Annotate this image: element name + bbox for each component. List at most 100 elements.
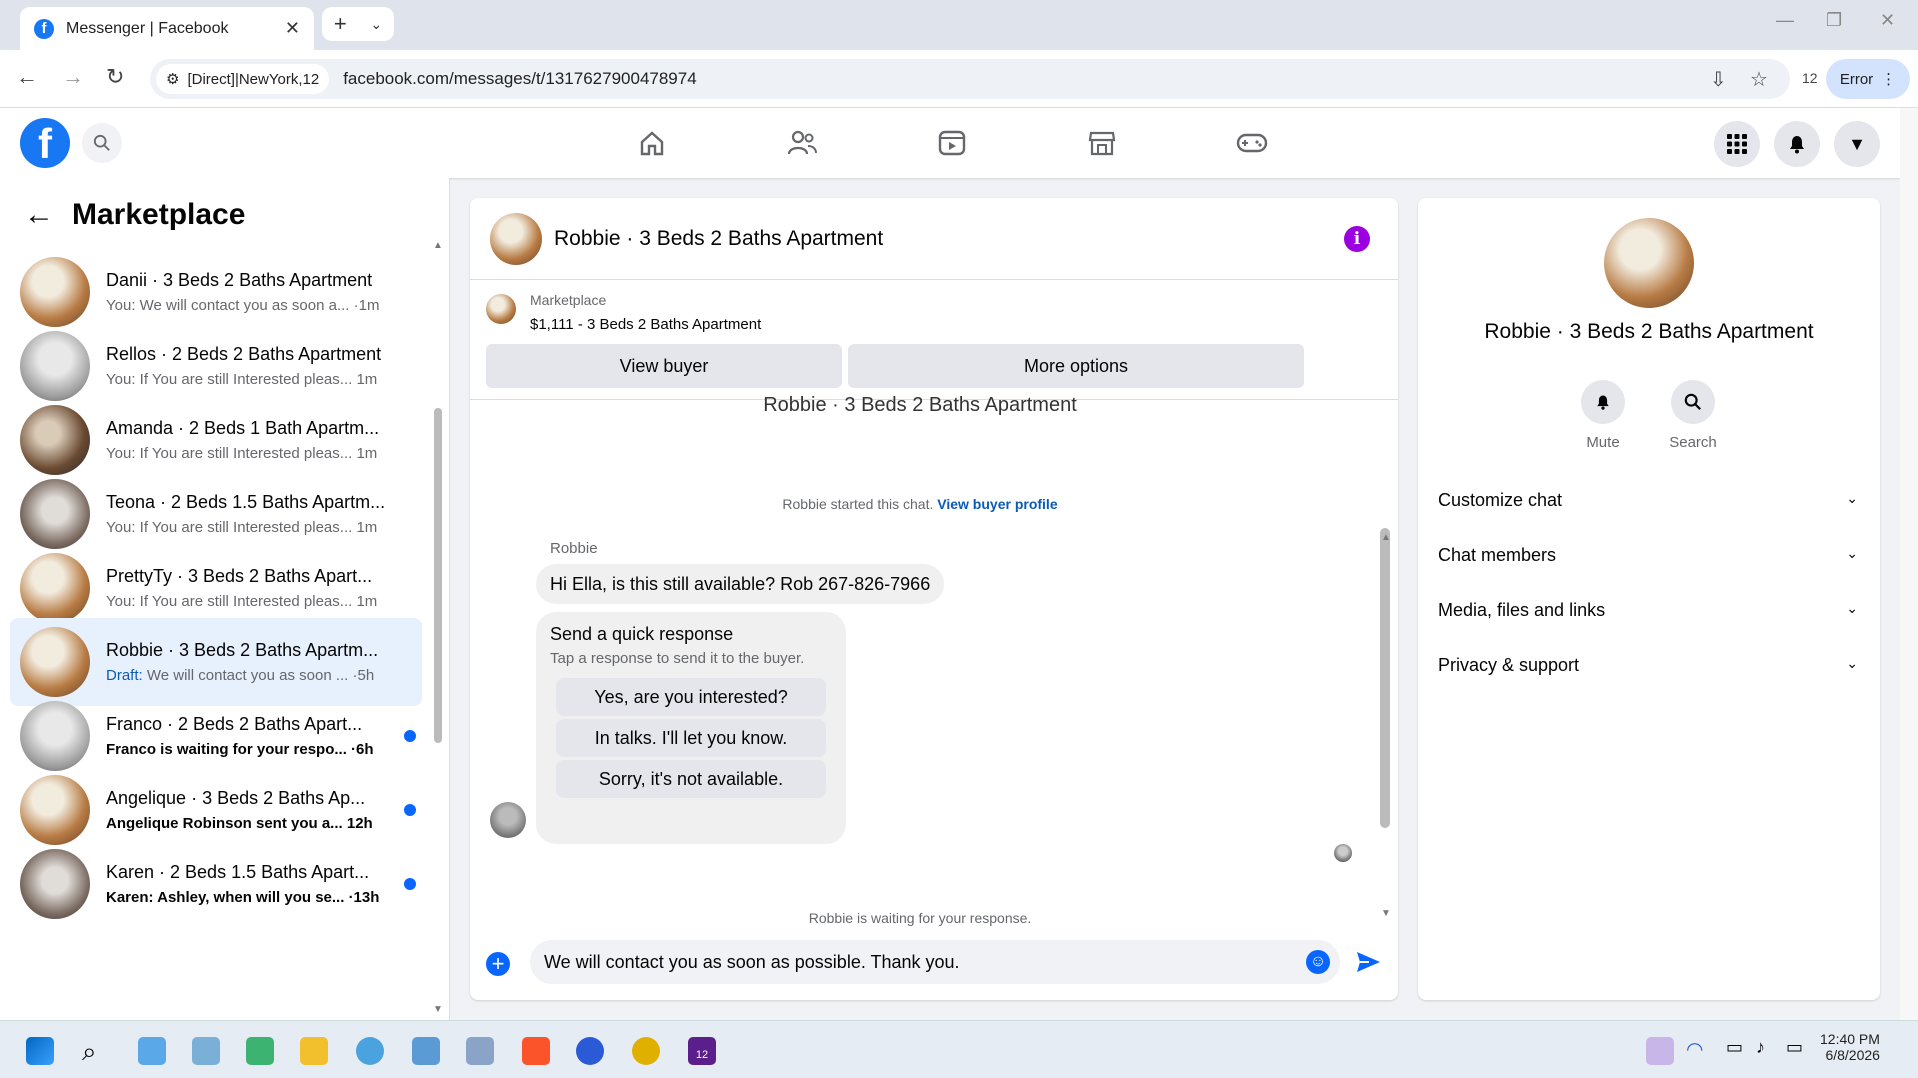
restore-icon[interactable]: ❐ bbox=[1826, 10, 1842, 31]
conversation-text: Amanda · 2 Beds 1 Bath Apartm... You: If … bbox=[106, 418, 422, 462]
app-icon[interactable] bbox=[356, 1037, 384, 1065]
avatar bbox=[20, 405, 90, 475]
search-icon[interactable]: ⌕ bbox=[82, 1037, 110, 1065]
chat-title[interactable]: Robbie · 3 Beds 2 Baths Apartment bbox=[554, 227, 883, 251]
account-menu-button[interactable]: ▼ bbox=[1834, 121, 1880, 167]
app-icon[interactable] bbox=[576, 1037, 604, 1065]
message-thread: Robbie · 3 Beds 2 Baths Apartment Robbie… bbox=[470, 394, 1398, 930]
minimize-icon[interactable]: — bbox=[1776, 10, 1794, 31]
thread-scroll-down-icon[interactable]: ▼ bbox=[1381, 908, 1391, 919]
app-icon[interactable] bbox=[246, 1037, 274, 1065]
file-explorer-icon[interactable] bbox=[300, 1037, 328, 1065]
menu-grid-button[interactable] bbox=[1714, 121, 1760, 167]
sidebar-scrollbar[interactable] bbox=[434, 408, 442, 743]
view-buyer-button[interactable]: View buyer bbox=[486, 344, 842, 388]
view-buyer-profile-link[interactable]: View buyer profile bbox=[937, 496, 1057, 512]
battery-icon[interactable]: ▭ bbox=[1786, 1037, 1814, 1065]
details-name: Robbie · 3 Beds 2 Baths Apartment bbox=[1484, 320, 1814, 343]
browser-tab[interactable]: f Messenger | Facebook ✕ bbox=[20, 7, 314, 50]
chat-avatar[interactable] bbox=[490, 212, 542, 265]
system-clock[interactable]: 12:40 PM 6/8/2026 bbox=[1820, 1031, 1880, 1063]
conversation-sidebar: ← Marketplace Danii · 3 Beds 2 Baths Apa… bbox=[0, 178, 450, 1020]
page-scrollbar[interactable] bbox=[1900, 108, 1918, 1020]
app-icon[interactable] bbox=[632, 1037, 660, 1065]
chat-started-notice: Robbie started this chat. View buyer pro… bbox=[470, 496, 1370, 512]
marketplace-nav-icon[interactable] bbox=[1082, 125, 1122, 161]
new-tab-icon[interactable]: + bbox=[334, 11, 347, 37]
gaming-nav-icon[interactable] bbox=[1232, 125, 1272, 161]
quick-reply-button[interactable]: Yes, are you interested? bbox=[556, 678, 826, 716]
chat-members-section[interactable]: Chat members ⌄ bbox=[1438, 545, 1858, 566]
avatar bbox=[20, 701, 90, 771]
app-icon[interactable] bbox=[192, 1037, 220, 1065]
menu-dots-icon[interactable]: ⋮ bbox=[1881, 70, 1896, 88]
app-icon[interactable] bbox=[466, 1037, 494, 1065]
privacy-support-section[interactable]: Privacy & support ⌄ bbox=[1438, 655, 1858, 676]
vpn-icon[interactable]: ◠ bbox=[1686, 1037, 1714, 1065]
facebook-logo-icon[interactable]: f bbox=[20, 118, 70, 168]
tab-list-chevron-icon[interactable]: ⌄ bbox=[370, 16, 382, 33]
emoji-icon[interactable]: ☺ bbox=[1306, 950, 1330, 974]
listing-title[interactable]: $1,111 - 3 Beds 2 Baths Apartment bbox=[530, 316, 761, 333]
pen-icon[interactable] bbox=[1646, 1037, 1674, 1065]
site-info-chip[interactable]: ⚙ [Direct]|NewYork,12 bbox=[156, 64, 330, 94]
clock-time: 12:40 PM bbox=[1820, 1031, 1880, 1047]
sender-avatar[interactable] bbox=[490, 802, 526, 838]
thread-scrollbar[interactable] bbox=[1380, 528, 1390, 828]
plus-icon[interactable]: + bbox=[486, 952, 510, 976]
bookmark-star-icon[interactable]: ☆ bbox=[1750, 67, 1768, 92]
conversation-preview: Karen: Ashley, when will you se... ·13h bbox=[106, 889, 422, 906]
more-options-button[interactable]: More options bbox=[848, 344, 1304, 388]
thread-scroll-up-icon[interactable]: ▲ bbox=[1381, 532, 1391, 543]
app-icon[interactable] bbox=[138, 1037, 166, 1065]
listing-thumbnail[interactable] bbox=[486, 294, 516, 324]
address-bar[interactable]: ⚙ [Direct]|NewYork,12 facebook.com/messa… bbox=[150, 59, 1818, 99]
section-label: Customize chat bbox=[1438, 490, 1563, 510]
url-text[interactable]: facebook.com/messages/t/1317627900478974 bbox=[343, 69, 696, 89]
close-tab-icon[interactable]: ✕ bbox=[285, 18, 300, 39]
start-icon[interactable] bbox=[26, 1037, 54, 1065]
home-nav-icon[interactable] bbox=[632, 125, 672, 161]
bell-icon bbox=[1581, 380, 1625, 424]
quick-reply-button[interactable]: In talks. I'll let you know. bbox=[556, 719, 826, 757]
brave-browser-icon[interactable] bbox=[522, 1037, 550, 1065]
send-icon[interactable] bbox=[1354, 948, 1382, 976]
app-badge-icon[interactable]: 12 bbox=[688, 1037, 716, 1065]
network-icon[interactable]: ▭ bbox=[1726, 1037, 1754, 1065]
quick-reply-button[interactable]: Sorry, it's not available. bbox=[556, 760, 826, 798]
conversation-preview: You: We will contact you as soon a... ·1… bbox=[106, 297, 422, 314]
message-input[interactable]: We will contact you as soon as possible.… bbox=[530, 940, 1340, 984]
back-arrow-icon[interactable]: ← bbox=[24, 198, 54, 232]
profile-error-button[interactable]: Error ⋮ bbox=[1826, 59, 1910, 99]
forward-icon[interactable]: → bbox=[62, 64, 84, 90]
install-icon[interactable]: ⇩ bbox=[1710, 67, 1727, 92]
back-icon[interactable]: ← bbox=[16, 64, 38, 90]
sidebar-title: Marketplace bbox=[72, 198, 246, 231]
window-close-icon[interactable]: ✕ bbox=[1880, 10, 1895, 31]
reload-icon[interactable]: ↻ bbox=[106, 64, 124, 90]
volume-icon[interactable]: ♪ bbox=[1756, 1037, 1784, 1065]
conversation-name: Angelique · 3 Beds 2 Baths Ap... bbox=[106, 788, 366, 808]
customize-chat-section[interactable]: Customize chat ⌄ bbox=[1438, 490, 1858, 511]
video-nav-icon[interactable] bbox=[932, 125, 972, 161]
section-label: Privacy & support bbox=[1438, 655, 1580, 675]
info-icon[interactable]: i bbox=[1344, 226, 1370, 252]
conversation-preview: You: If You are still Interested pleas..… bbox=[106, 519, 422, 536]
site-info-label: [Direct]|NewYork,12 bbox=[187, 70, 320, 88]
message-bubble[interactable]: Hi Ella, is this still available? Rob 26… bbox=[536, 564, 945, 604]
scroll-up-icon[interactable]: ▲ bbox=[433, 240, 443, 251]
scroll-down-icon[interactable]: ▼ bbox=[433, 1004, 443, 1015]
browser-tab-strip: f Messenger | Facebook ✕ + ⌄ — ❐ ✕ bbox=[0, 0, 1918, 50]
search-action[interactable]: Search bbox=[1648, 380, 1738, 451]
conversation-item[interactable]: Karen · 2 Beds 1.5 Baths Apart... Karen: … bbox=[10, 840, 422, 928]
mute-action[interactable]: Mute bbox=[1558, 380, 1648, 451]
media-files-section[interactable]: Media, files and links ⌄ bbox=[1438, 600, 1858, 621]
details-avatar[interactable] bbox=[1604, 218, 1694, 308]
friends-nav-icon[interactable] bbox=[782, 125, 822, 161]
facebook-favicon-icon: f bbox=[34, 18, 54, 39]
facebook-search-button[interactable] bbox=[82, 123, 122, 163]
extension-badge[interactable]: 12 bbox=[1802, 70, 1818, 86]
unread-dot bbox=[404, 878, 416, 890]
app-icon[interactable] bbox=[412, 1037, 440, 1065]
notifications-button[interactable] bbox=[1774, 121, 1820, 167]
